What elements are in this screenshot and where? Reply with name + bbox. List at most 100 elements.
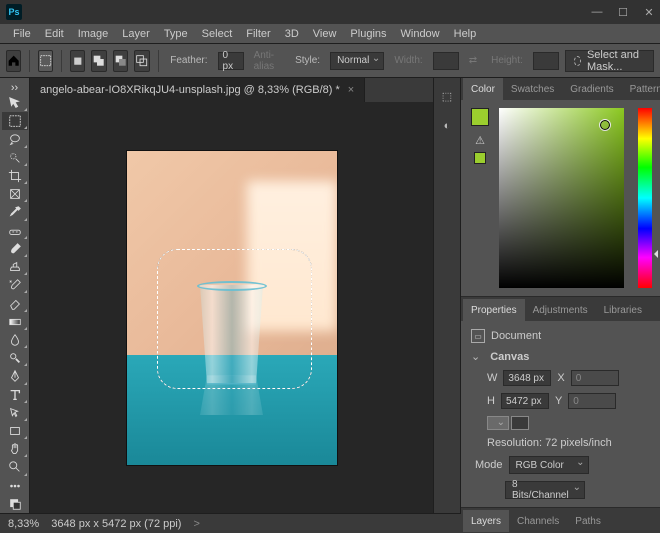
portrait-orient[interactable] [487,416,509,430]
eyedropper-tool[interactable] [2,203,28,221]
intersect-selection[interactable] [134,50,149,72]
menu-edit[interactable]: Edit [38,26,71,42]
type-tool[interactable] [2,386,28,404]
canvas[interactable] [127,151,337,465]
layers-panel-tabs: LayersChannelsPaths [461,508,660,532]
zoom-level[interactable]: 8,33% [8,518,39,530]
doc-info[interactable]: 3648 px x 5472 px (72 ppi) [51,518,181,530]
brush-tool[interactable] [2,240,28,258]
color-field[interactable] [499,108,624,288]
collapsed-panel-strip: ⬚ ◐ [433,78,460,513]
width-label: Width: [394,55,422,66]
tab-paths[interactable]: Paths [567,510,609,532]
zoom-tool[interactable] [2,458,28,476]
properties-panel: ▭Document ⌄Canvas W 3648 px X 0 H 5472 p… [461,321,660,507]
foreground-background[interactable] [2,495,28,513]
collapse-tools[interactable]: ›› [2,82,28,94]
hue-slider[interactable] [638,108,652,288]
x-label: X [557,372,564,384]
tab-patterns[interactable]: Patterns [622,78,660,100]
y-label: Y [555,395,562,407]
color-mode-select[interactable]: RGB Color [509,456,589,474]
h-label: H [487,395,495,407]
menu-select[interactable]: Select [195,26,240,42]
gradient-tool[interactable] [2,313,28,331]
quick-select-tool[interactable] [2,149,28,167]
minimize-button[interactable]: — [592,6,602,19]
menu-file[interactable]: File [6,26,38,42]
frame-tool[interactable] [2,185,28,203]
width-field[interactable]: 3648 px [503,370,551,386]
add-selection[interactable] [91,50,106,72]
crop-tool[interactable] [2,167,28,185]
maximize-button[interactable]: ☐ [618,6,628,19]
menu-layer[interactable]: Layer [115,26,157,42]
move-tool[interactable] [2,94,28,112]
menu-filter[interactable]: Filter [239,26,277,42]
disclosure-icon[interactable]: ⌄ [471,350,480,363]
path-select-tool[interactable] [2,404,28,422]
clone-stamp-tool[interactable] [2,258,28,276]
antialias-checkbox: Anti-alias [254,50,282,72]
feather-input[interactable]: 0 px [218,52,244,70]
height-field[interactable]: 5472 px [501,393,549,409]
subtract-selection[interactable] [113,50,128,72]
color-panel: ⚠ [461,100,660,296]
panel-strip-item[interactable]: ◐ [439,118,455,134]
lasso-tool[interactable] [2,130,28,148]
gamut-warning-icon[interactable]: ⚠ [473,134,487,146]
doc-info-menu[interactable]: > [193,518,199,530]
menu-image[interactable]: Image [71,26,116,42]
hand-tool[interactable] [2,440,28,458]
color-picker-ring[interactable] [600,120,610,130]
marquee-selection[interactable] [157,249,312,389]
menu-type[interactable]: Type [157,26,195,42]
spot-heal-tool[interactable] [2,222,28,240]
bit-depth-select[interactable]: 8 Bits/Channel [505,481,585,499]
landscape-orient[interactable] [511,416,529,430]
menu-window[interactable]: Window [394,26,447,42]
marquee-preset[interactable] [38,50,53,72]
tab-layers[interactable]: Layers [463,510,509,532]
tab-adjustments[interactable]: Adjustments [525,299,596,321]
gamut-swatch[interactable] [474,152,486,164]
menu-plugins[interactable]: Plugins [343,26,393,42]
select-and-mask-button[interactable]: Select and Mask... [565,50,654,72]
pen-tool[interactable] [2,367,28,385]
properties-panel-tabs: PropertiesAdjustmentsLibraries [461,297,660,321]
right-panels: ColorSwatchesGradientsPatterns ⚠ Propert… [460,78,660,513]
feather-label: Feather: [170,55,207,66]
home-button[interactable] [6,50,21,72]
rectangular-marquee-tool[interactable] [2,112,28,130]
menu-help[interactable]: Help [447,26,484,42]
dodge-tool[interactable] [2,349,28,367]
menu-view[interactable]: View [306,26,344,42]
tab-properties[interactable]: Properties [463,299,525,321]
document-tab[interactable]: angelo-abear-IO8XRikqJU4-unsplash.jpg @ … [30,78,365,102]
canvas-viewport[interactable] [30,102,433,513]
foreground-swatch[interactable] [471,108,489,126]
close-button[interactable]: ✕ [644,6,654,19]
tab-swatches[interactable]: Swatches [503,78,562,100]
rectangle-tool[interactable] [2,422,28,440]
document-icon: ▭ [471,329,485,343]
panel-strip-item[interactable]: ⬚ [439,88,455,104]
mode-label: Mode [475,459,503,471]
new-selection[interactable]: ◼ [70,50,85,72]
height-input [533,52,559,70]
tab-channels[interactable]: Channels [509,510,567,532]
edit-toolbar[interactable] [2,477,28,495]
eraser-tool[interactable] [2,294,28,312]
history-brush-tool[interactable] [2,276,28,294]
hue-handle[interactable] [654,250,658,258]
blur-tool[interactable] [2,331,28,349]
tab-gradients[interactable]: Gradients [562,78,621,100]
tab-libraries[interactable]: Libraries [596,299,650,321]
style-select[interactable]: Normal [330,52,384,70]
options-bar: ◼ Feather: 0 px Anti-alias Style: Normal… [0,44,660,78]
resolution-text: Resolution: 72 pixels/inch [487,437,612,449]
color-panel-tabs: ColorSwatchesGradientsPatterns [461,78,660,100]
close-tab-icon[interactable]: × [348,84,354,96]
menu-3d[interactable]: 3D [278,26,306,42]
tab-color[interactable]: Color [463,78,503,100]
